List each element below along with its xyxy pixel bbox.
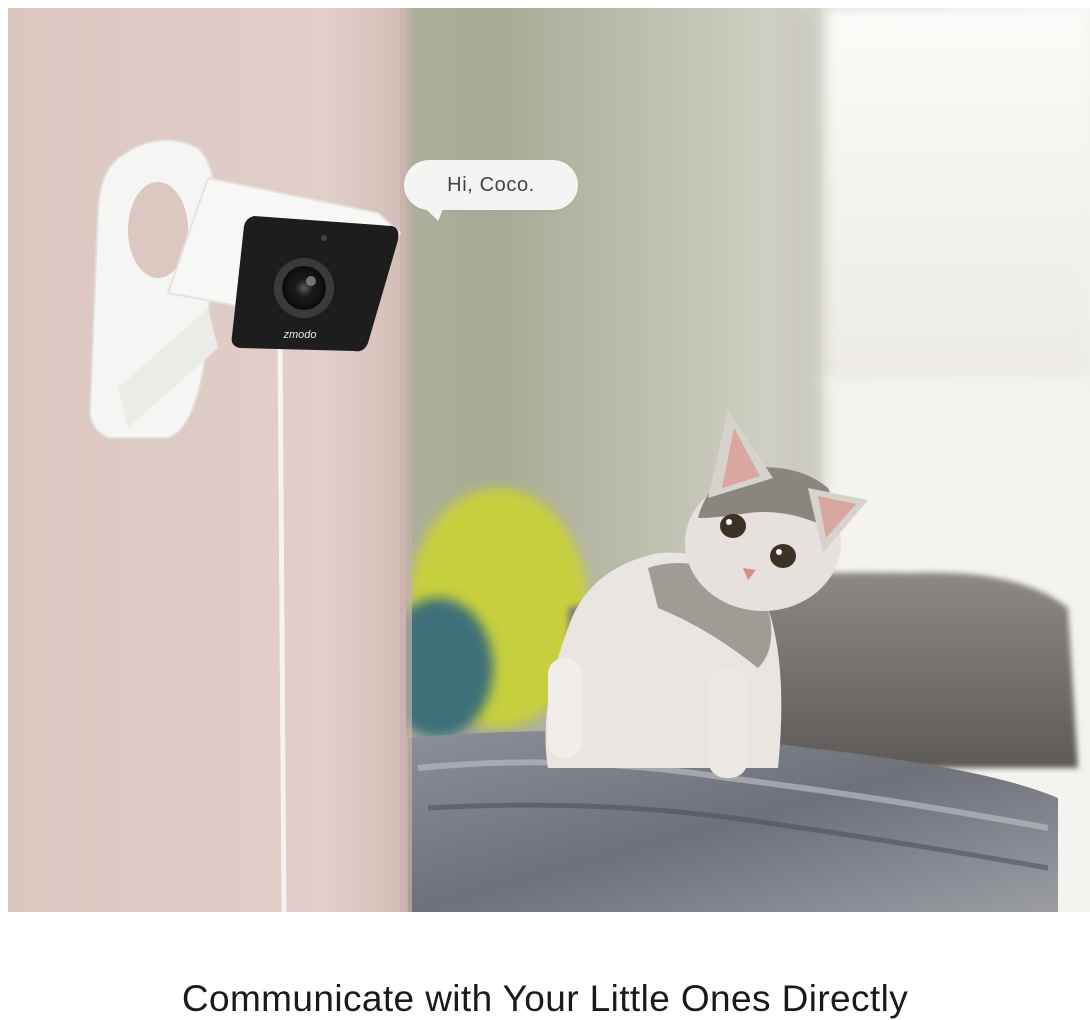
hero-photo: zmodo Hi, Coco. xyxy=(8,8,1090,912)
wall xyxy=(8,8,406,912)
hero-illustration: zmodo xyxy=(8,8,1090,912)
window-light xyxy=(826,8,1090,388)
speech-bubble-text: Hi, Coco. xyxy=(447,173,535,196)
feature-caption: Communicate with Your Little Ones Direct… xyxy=(181,978,909,1019)
speech-bubble: Hi, Coco. xyxy=(404,160,578,210)
camera-brand-label: zmodo xyxy=(282,329,316,341)
product-feature-card: zmodo Hi, Coco. Communicate with Your Li… xyxy=(0,0,1090,1020)
